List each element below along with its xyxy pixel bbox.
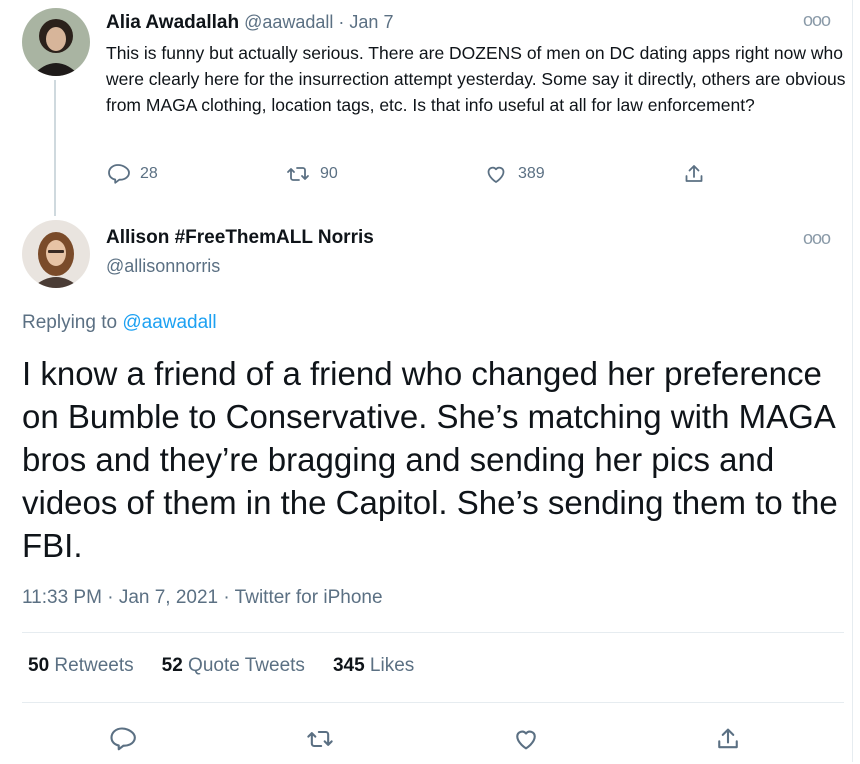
comment-icon: [108, 164, 130, 184]
tweet-meta: 11:33 PM · Jan 7, 2021 · Twitter for iPh…: [22, 587, 383, 609]
more-dots-icon[interactable]: ooo: [803, 228, 831, 249]
likes-count: 345: [332, 655, 365, 676]
avatar-alia[interactable]: [22, 8, 90, 76]
main-display-name[interactable]: Allison #FreeThemALL Norris: [106, 227, 374, 249]
tweet-time[interactable]: 11:33 PM: [22, 587, 102, 608]
retweets-count: 50: [28, 655, 50, 676]
comment-icon[interactable]: [108, 725, 136, 753]
replying-to-link[interactable]: @aawadall: [122, 312, 216, 333]
reply-handle[interactable]: @aawadall: [244, 12, 333, 32]
thread-connector: [54, 80, 56, 216]
reply-retweet-button[interactable]: 90: [286, 162, 338, 186]
main-handle[interactable]: @allisonnorris: [106, 256, 220, 277]
like-count: 389: [518, 165, 545, 182]
reply-header: Alia Awadallah @aawadall · Jan 7: [106, 12, 393, 34]
replying-prefix: Replying to: [22, 312, 118, 333]
reply-tweet-text: This is funny but actually serious. Ther…: [106, 43, 846, 115]
reply-share-button[interactable]: [682, 162, 706, 186]
divider: [22, 632, 844, 633]
reply-display-name[interactable]: Alia Awadallah: [106, 12, 239, 33]
tweet-source[interactable]: Twitter for iPhone: [235, 587, 383, 608]
quotes-count: 52: [161, 655, 183, 676]
share-icon[interactable]: [714, 725, 742, 753]
reply-actions: 28 90 389: [106, 162, 726, 192]
retweets-label: Retweets: [54, 655, 134, 676]
retweets-stat[interactable]: 50 Retweets: [28, 655, 134, 677]
reply-reply-button[interactable]: 28: [106, 162, 158, 186]
retweet-icon[interactable]: [306, 725, 334, 753]
reply-date[interactable]: Jan 7: [349, 12, 393, 32]
heart-icon: [487, 166, 505, 183]
likes-stat[interactable]: 345 Likes: [333, 655, 414, 677]
reply-like-button[interactable]: 389: [484, 162, 545, 186]
share-icon: [685, 165, 703, 182]
replying-to: Replying to @aawadall: [22, 312, 217, 334]
heart-icon[interactable]: [512, 725, 540, 753]
retweet-count: 90: [320, 165, 338, 182]
more-dots-icon[interactable]: ooo: [803, 10, 831, 31]
tweet-date[interactable]: Jan 7, 2021: [119, 587, 218, 608]
retweet-icon: [287, 167, 309, 181]
quotes-label: Quote Tweets: [188, 655, 305, 676]
tweet-thread: Alia Awadallah @aawadall · Jan 7 ooo Thi…: [0, 0, 853, 762]
separator-dot: ·: [338, 12, 345, 32]
quote-tweets-stat[interactable]: 52 Quote Tweets: [162, 655, 305, 677]
separator-dot: ·: [107, 587, 114, 608]
separator-dot: ·: [223, 587, 230, 608]
engagement-stats: 50 Retweets 52 Quote Tweets 345 Likes: [28, 655, 414, 677]
likes-label: Likes: [369, 655, 415, 676]
divider: [22, 702, 844, 703]
reply-count: 28: [140, 165, 158, 182]
avatar-allison[interactable]: [22, 220, 90, 288]
main-tweet-text: I know a friend of a friend who changed …: [22, 355, 838, 564]
